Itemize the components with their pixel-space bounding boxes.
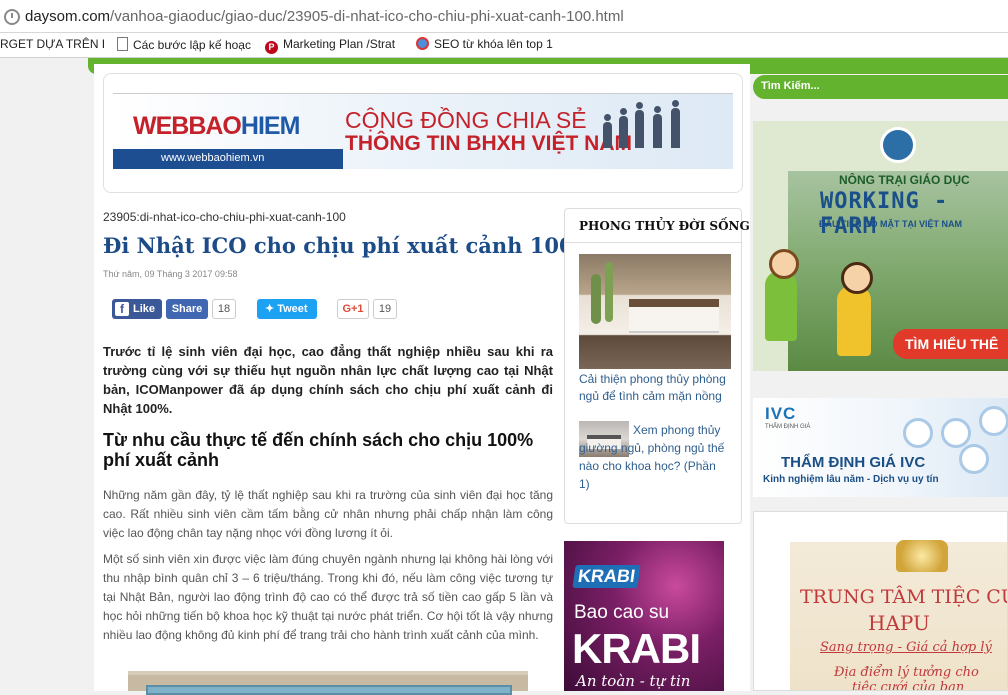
brain-icon xyxy=(979,406,1008,436)
bed-shape xyxy=(629,299,719,331)
hapu-line-5: tiệc cưới của bạn xyxy=(852,680,965,691)
ivc-line-1: THẨM ĐỊNH GIÁ IVC xyxy=(781,454,926,471)
krabi-ad[interactable]: KRABI Bao cao su KRABI An toàn - tự tin xyxy=(564,541,724,691)
ivc-logo: IVC xyxy=(765,404,797,423)
article-heading: Từ nhu cầu thực tế đến chính sách cho ch… xyxy=(103,430,534,470)
chandelier-icon xyxy=(896,540,948,572)
bookmarks-bar: RGET DỰA TRÊN D Các bước lập kế hoạc P Ma… xyxy=(0,33,1008,58)
article-paragraph: Một số sinh viên xin được việc làm đúng … xyxy=(103,552,553,642)
divider xyxy=(565,242,741,243)
twitter-bird-icon: ✦ xyxy=(265,303,275,315)
article-image xyxy=(128,671,528,695)
farm-button-label: TÌM HIỂU THÊ xyxy=(905,336,999,352)
farm-line-2: WORKING - FARM xyxy=(820,189,949,239)
address-bar[interactable]: daysom.com/vanhoa-giaoduc/giao-duc/23905… xyxy=(0,0,1008,33)
bedroom-thumbnail[interactable] xyxy=(579,254,731,369)
hapu-line-4: Địa điểm lý tưởng cho xyxy=(834,665,979,680)
farm-line-3: ĐẦU TIÊN CÓ MẶT TẠI VIỆT NAM xyxy=(819,219,962,229)
like-label: Like xyxy=(133,303,156,315)
cartoon-kid-icon xyxy=(837,262,873,356)
cartoon-kid-icon xyxy=(765,249,799,341)
krabi-line-2: KRABI xyxy=(572,625,701,672)
hapu-line-3: Sang trọng - Giá cả hợp lý xyxy=(820,640,992,655)
facebook-like-button[interactable]: f Like xyxy=(112,299,162,319)
person-shape xyxy=(603,114,612,148)
ivc-logo-subtitle: THẨM ĐỊNH GIÁ xyxy=(765,424,811,430)
banner-url: www.webbaohiem.vn xyxy=(161,152,265,164)
tweet-label: Tweet xyxy=(277,303,308,315)
ivc-ad[interactable]: IVC THẨM ĐỊNH GIÁ THẨM ĐỊNH GIÁ IVC Kinh… xyxy=(753,398,1008,497)
plant-shape xyxy=(591,274,601,324)
bookmark-label: Các bước lập kế hoạc xyxy=(133,38,251,52)
banner-subheadline: THÔNG TIN BHXH VIỆT NAM xyxy=(345,132,632,155)
hapu-line-2: HAPU xyxy=(868,611,930,635)
pinterest-icon: P xyxy=(265,41,278,54)
shield-icon xyxy=(941,418,971,448)
person-shape xyxy=(653,106,662,148)
farm-logo-icon xyxy=(880,127,916,163)
logo-part-1: WEBBAO xyxy=(133,112,242,140)
hourglass-icon xyxy=(903,418,933,448)
farm-line-1: NÔNG TRẠI GIÁO DỤC xyxy=(839,173,970,187)
article-image-detail xyxy=(146,685,512,695)
bookmark-label: RGET DỰA TRÊN D xyxy=(0,37,104,51)
bookmark-item-4[interactable]: SEO từ khóa lên top 1 xyxy=(416,37,556,51)
banner-headline: CỘNG ĐỒNG CHIA SẺ xyxy=(345,107,587,133)
bookmark-item-3[interactable]: P Marketing Plan /Strat xyxy=(265,37,403,54)
url-host: daysom.com xyxy=(25,8,111,25)
bookmark-label: SEO từ khóa lên top 1 xyxy=(434,37,553,51)
info-icon[interactable] xyxy=(4,9,20,25)
tweet-button[interactable]: ✦ Tweet xyxy=(257,299,317,319)
url-path: /vanhoa-giaoduc/giao-duc/23905-di-nhat-i… xyxy=(110,8,624,25)
people-graphic-icon xyxy=(603,98,693,148)
person-shape xyxy=(635,102,644,148)
working-farm-ad[interactable]: NÔNG TRẠI GIÁO DỤC WORKING - FARM ĐẦU TI… xyxy=(753,121,1008,371)
banner-logo: WEBBAOHIEM xyxy=(133,112,300,141)
widget-item-link[interactable]: Xem phong thủy giường ngủ, phòng ngủ thế… xyxy=(579,421,729,493)
krabi-logo: KRABI xyxy=(572,565,641,588)
hapu-wedding-ad[interactable]: TRUNG TÂM TIỆC CƯỚI HAPU Sang trọng - Gi… xyxy=(753,511,1008,691)
network-icon xyxy=(959,444,989,474)
person-shape xyxy=(671,100,680,148)
widget-title: PHONG THỦY ĐỜI SỐNG xyxy=(579,219,750,233)
search-label: Tìm Kiếm... xyxy=(761,80,820,92)
article-lead: Trước tỉ lệ sinh viên đại học, cao đẳng … xyxy=(103,344,553,416)
hapu-line-1: TRUNG TÂM TIỆC CƯỚI xyxy=(800,586,1007,608)
widget-item-link[interactable]: Cải thiện phong thủy phòng ngủ để tình c… xyxy=(579,371,737,405)
article-paragraph: Những năm gần đây, tỷ lệ thất nghiệp sau… xyxy=(103,488,553,540)
google-plus-button[interactable]: G+1 xyxy=(337,299,369,319)
search-box[interactable]: Tìm Kiếm... xyxy=(753,75,1008,99)
plant-shape xyxy=(605,262,613,322)
article-title[interactable]: Đi Nhật ICO cho chịu phí xuất cảnh 100% xyxy=(103,233,594,258)
webbaohiem-banner[interactable]: WEBBAOHIEM www.webbaohiem.vn CỘNG ĐỒNG C… xyxy=(113,93,733,169)
bookmark-label: Marketing Plan /Strat xyxy=(283,37,396,51)
ivc-line-2: Kinh nghiệm lâu năm - Dịch vụ uy tín xyxy=(763,474,939,485)
facebook-icon: f xyxy=(115,302,129,316)
article-date: Thứ năm, 09 Tháng 3 2017 09:58 xyxy=(103,269,238,279)
seo-icon xyxy=(416,37,429,50)
gplus-count: 19 xyxy=(373,299,397,319)
share-count: 18 xyxy=(212,299,236,319)
person-shape xyxy=(619,108,628,148)
facebook-share-button[interactable]: Share xyxy=(166,299,208,319)
bookmark-item-2[interactable]: Các bước lập kế hoạc xyxy=(117,37,255,52)
url-text[interactable]: daysom.com/vanhoa-giaoduc/giao-duc/23905… xyxy=(25,8,624,25)
banner-url-strip: www.webbaohiem.vn xyxy=(113,149,343,169)
phong-thuy-widget: PHONG THỦY ĐỜI SỐNG Cải thiện phong thủy… xyxy=(564,208,750,524)
krabi-line-3: An toàn - tự tin xyxy=(576,672,691,690)
article-slug: 23905:di-nhat-ico-cho-chiu-phi-xuat-canh… xyxy=(103,210,346,224)
bookmark-item-1[interactable]: RGET DỰA TRÊN D xyxy=(0,37,104,51)
logo-part-2: HIEM xyxy=(240,112,300,140)
document-icon xyxy=(117,37,128,51)
farm-learn-more-button[interactable]: TÌM HIỂU THÊ xyxy=(893,329,1008,359)
krabi-line-1: Bao cao su xyxy=(574,602,670,623)
